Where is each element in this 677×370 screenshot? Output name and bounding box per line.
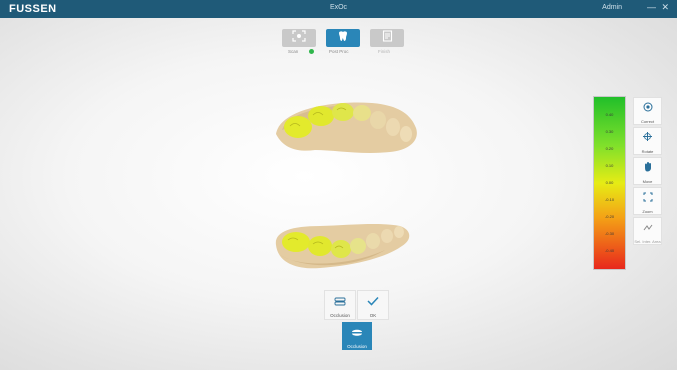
lower-jaw-model bbox=[275, 223, 410, 269]
legend-tick: -0.10 bbox=[604, 197, 615, 202]
occlusion-adjust-button[interactable]: Occlusion bbox=[324, 290, 356, 320]
deviation-color-legend: 0.40 0.30 0.20 0.10 0.00 -0.10 -0.20 -0.… bbox=[593, 96, 626, 270]
select-area-button[interactable]: Sel. Inter. Area bbox=[633, 217, 662, 245]
legend-tick: 0.10 bbox=[605, 163, 614, 168]
rotate-label: Rotate bbox=[641, 148, 654, 154]
move-button[interactable]: Move bbox=[633, 157, 662, 185]
occlusion-adjust-label: Occlusion bbox=[330, 312, 350, 318]
jaw-icon bbox=[351, 324, 363, 342]
legend-tick: 0.00 bbox=[605, 180, 614, 185]
move-label: Move bbox=[642, 178, 653, 184]
legend-tick: -0.20 bbox=[604, 214, 615, 219]
ok-label: OK bbox=[369, 312, 377, 318]
zoom-icon bbox=[643, 189, 653, 207]
rotate-icon bbox=[642, 129, 653, 147]
legend-tick: 0.40 bbox=[605, 112, 614, 117]
rotate-button[interactable]: Rotate bbox=[633, 127, 662, 155]
legend-tick: -0.40 bbox=[604, 248, 615, 253]
hand-icon bbox=[643, 159, 653, 177]
target-icon bbox=[643, 99, 653, 117]
ok-button[interactable]: OK bbox=[357, 290, 389, 320]
select-area-icon bbox=[643, 219, 653, 237]
select-area-label: Sel. Inter. Area bbox=[634, 238, 661, 244]
occlusion-main-button[interactable]: Occlusion bbox=[342, 322, 372, 350]
correct-button[interactable]: Correct bbox=[633, 97, 662, 125]
zoom-label: Zoom bbox=[642, 208, 653, 214]
legend-tick: 0.30 bbox=[605, 129, 614, 134]
occlusion-main-label: Occlusion bbox=[347, 343, 367, 349]
legend-tick: -0.30 bbox=[604, 231, 615, 236]
occlusion-icon bbox=[334, 293, 346, 311]
check-icon bbox=[367, 293, 379, 311]
correct-label: Correct bbox=[640, 118, 655, 124]
upper-jaw-model bbox=[276, 102, 417, 153]
zoom-button[interactable]: Zoom bbox=[633, 187, 662, 215]
legend-tick: 0.20 bbox=[605, 146, 614, 151]
